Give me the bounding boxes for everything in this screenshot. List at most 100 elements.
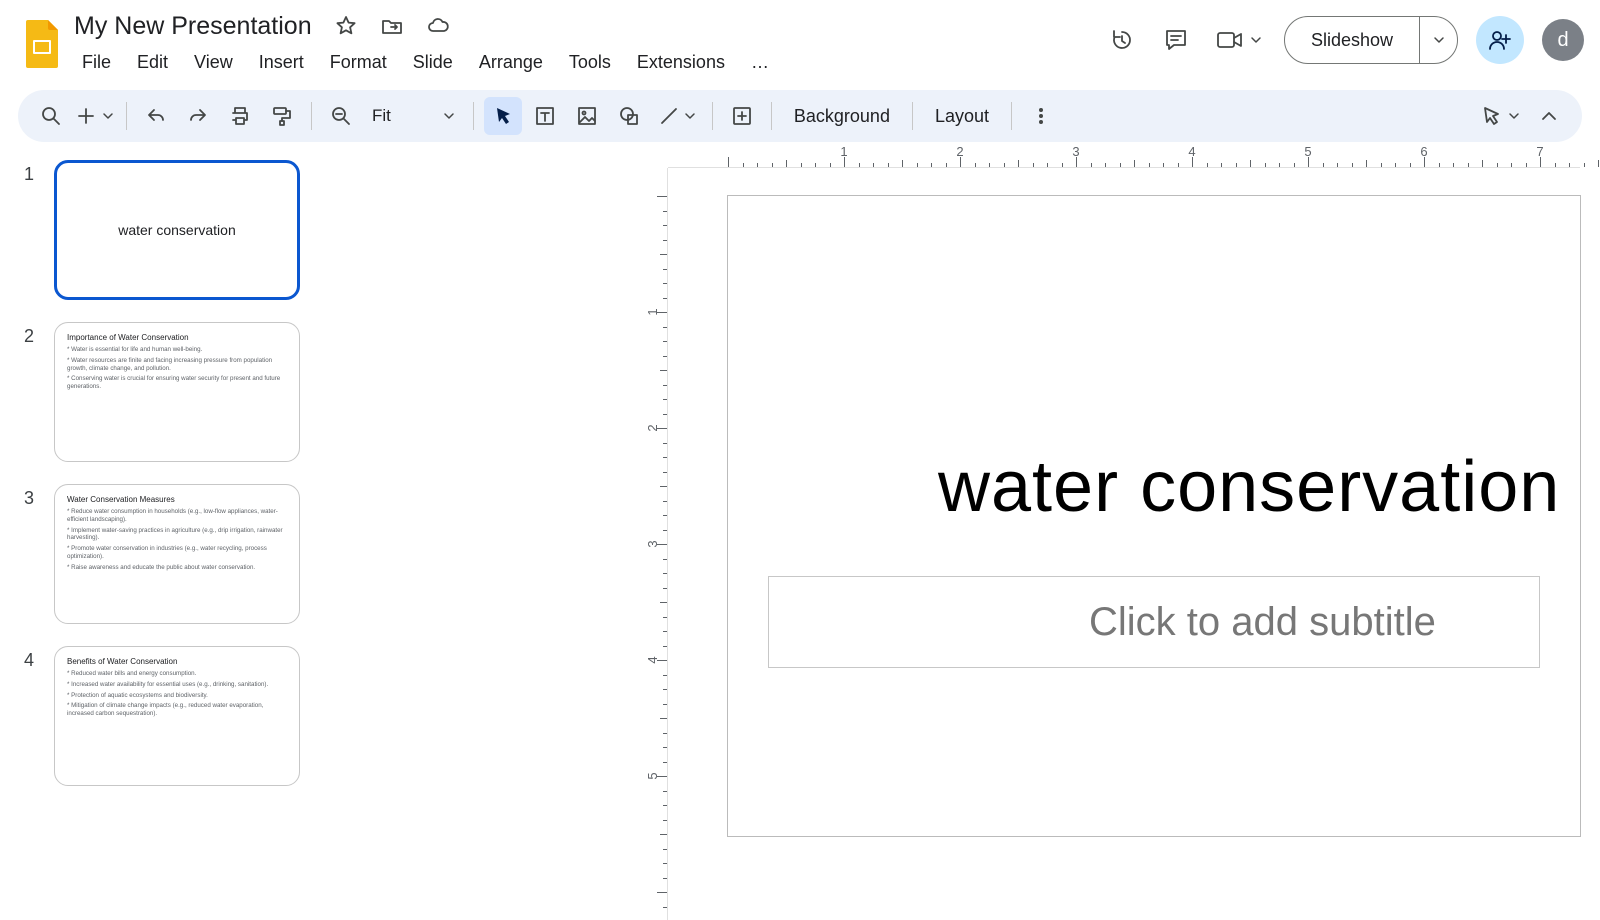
layout-button[interactable]: Layout <box>923 97 1001 135</box>
separator <box>311 102 312 130</box>
zoom-label: Fit <box>372 106 391 126</box>
zoom-out-button[interactable] <box>322 97 360 135</box>
menu-edit[interactable]: Edit <box>125 48 180 77</box>
caret-down-icon <box>102 110 114 122</box>
caret-down-icon <box>1433 34 1445 46</box>
redo-icon <box>187 105 209 127</box>
move-button[interactable] <box>374 8 410 44</box>
search-icon <box>40 105 62 127</box>
vertical-ruler[interactable]: 12345 <box>642 168 668 920</box>
thumb-heading: Benefits of Water Conservation <box>67 657 287 666</box>
subtitle-placeholder: Click to add subtitle <box>1089 600 1436 645</box>
plus-icon <box>76 106 96 126</box>
thumb-row: 3 Water Conservation Measures * Reduce w… <box>24 484 310 624</box>
caret-down-icon <box>1508 110 1520 122</box>
share-button[interactable] <box>1476 16 1524 64</box>
separator <box>126 102 127 130</box>
chevron-up-icon <box>1540 107 1558 125</box>
image-button[interactable] <box>568 97 606 135</box>
thumb-number: 3 <box>24 484 54 509</box>
toolbar: Fit Background Layout <box>18 90 1582 142</box>
menu-format[interactable]: Format <box>318 48 399 77</box>
more-vertical-icon <box>1031 106 1051 126</box>
caret-down-icon <box>1250 34 1262 46</box>
thumb-heading: Importance of Water Conservation <box>67 333 287 342</box>
thumb-number: 2 <box>24 322 54 347</box>
thumb-number: 1 <box>24 160 54 185</box>
slideshow-button[interactable]: Slideshow <box>1285 17 1419 63</box>
history-button[interactable] <box>1104 22 1140 58</box>
title-block: My New Presentation File Edit View Inser… <box>68 8 1104 80</box>
new-slide-button[interactable] <box>74 97 116 135</box>
menu-slide[interactable]: Slide <box>401 48 465 77</box>
comments-button[interactable] <box>1158 22 1194 58</box>
menu-extensions[interactable]: Extensions <box>625 48 737 77</box>
meet-button[interactable] <box>1212 22 1266 58</box>
slideshow-dropdown[interactable] <box>1419 17 1457 63</box>
paint-roller-icon <box>271 105 293 127</box>
zoom-select[interactable]: Fit <box>364 106 463 126</box>
menu-file[interactable]: File <box>70 48 123 77</box>
cloud-status-button[interactable] <box>420 8 456 44</box>
separator <box>912 102 913 130</box>
slide-title[interactable]: water conservation <box>938 446 1560 528</box>
star-icon <box>335 15 357 37</box>
background-button[interactable]: Background <box>782 97 902 135</box>
person-add-icon <box>1487 27 1513 53</box>
menu-view[interactable]: View <box>182 48 245 77</box>
menu-bar: File Edit View Insert Format Slide Arran… <box>68 44 1104 80</box>
filmstrip[interactable]: 1 water conservation 2 Importance of Wat… <box>0 142 320 920</box>
cursor-icon <box>492 105 514 127</box>
thumb-title: water conservation <box>69 173 285 287</box>
horizontal-ruler[interactable]: 123456789 <box>668 142 1580 168</box>
slide-canvas[interactable]: water conservation Click to add subtitle <box>728 196 1580 836</box>
app-logo[interactable] <box>16 8 68 70</box>
separator <box>473 102 474 130</box>
print-button[interactable] <box>221 97 259 135</box>
paint-format-button[interactable] <box>263 97 301 135</box>
search-menus-button[interactable] <box>32 97 70 135</box>
add-comment-button[interactable] <box>723 97 761 135</box>
thumb-bullets: * Reduced water bills and energy consump… <box>67 670 287 718</box>
cursor-outline-icon <box>1480 105 1502 127</box>
star-button[interactable] <box>328 8 364 44</box>
caret-down-icon <box>684 110 696 122</box>
menu-insert[interactable]: Insert <box>247 48 316 77</box>
document-title[interactable]: My New Presentation <box>68 10 318 43</box>
slide-thumbnail-4[interactable]: Benefits of Water Conservation * Reduced… <box>54 646 300 786</box>
menu-tools[interactable]: Tools <box>557 48 623 77</box>
video-icon <box>1216 29 1246 51</box>
redo-button[interactable] <box>179 97 217 135</box>
menu-more[interactable]: … <box>739 48 781 77</box>
comment-icon <box>1163 27 1189 53</box>
select-tool-button[interactable] <box>484 97 522 135</box>
slide-thumbnail-3[interactable]: Water Conservation Measures * Reduce wat… <box>54 484 300 624</box>
thumb-row: 2 Importance of Water Conservation * Wat… <box>24 322 310 462</box>
menu-arrange[interactable]: Arrange <box>467 48 555 77</box>
slideshow-button-group: Slideshow <box>1284 16 1458 64</box>
thumb-bullets: * Water is essential for life and human … <box>67 346 287 391</box>
thumb-heading: Water Conservation Measures <box>67 495 287 504</box>
canvas-wrap: water conservation Click to add subtitle <box>668 168 1580 920</box>
separator <box>771 102 772 130</box>
undo-button[interactable] <box>137 97 175 135</box>
mode-button[interactable] <box>1474 97 1526 135</box>
print-icon <box>229 105 251 127</box>
shape-button[interactable] <box>610 97 648 135</box>
account-avatar[interactable]: d <box>1542 19 1584 61</box>
body: 1 water conservation 2 Importance of Wat… <box>0 142 1600 920</box>
line-button[interactable] <box>652 97 702 135</box>
thumb-row: 4 Benefits of Water Conservation * Reduc… <box>24 646 310 786</box>
header-right: Slideshow d <box>1104 8 1584 64</box>
slide-thumbnail-1[interactable]: water conservation <box>54 160 300 300</box>
shape-icon <box>618 105 640 127</box>
comment-add-icon <box>731 105 753 127</box>
collapse-toolbar-button[interactable] <box>1530 97 1568 135</box>
separator <box>712 102 713 130</box>
editor: 123456789 12345 water conservation Click… <box>320 142 1600 920</box>
slide-subtitle-box[interactable]: Click to add subtitle <box>768 576 1540 668</box>
thumb-bullets: * Reduce water consumption in households… <box>67 508 287 571</box>
more-options-button[interactable] <box>1022 97 1060 135</box>
slide-thumbnail-2[interactable]: Importance of Water Conservation * Water… <box>54 322 300 462</box>
textbox-button[interactable] <box>526 97 564 135</box>
